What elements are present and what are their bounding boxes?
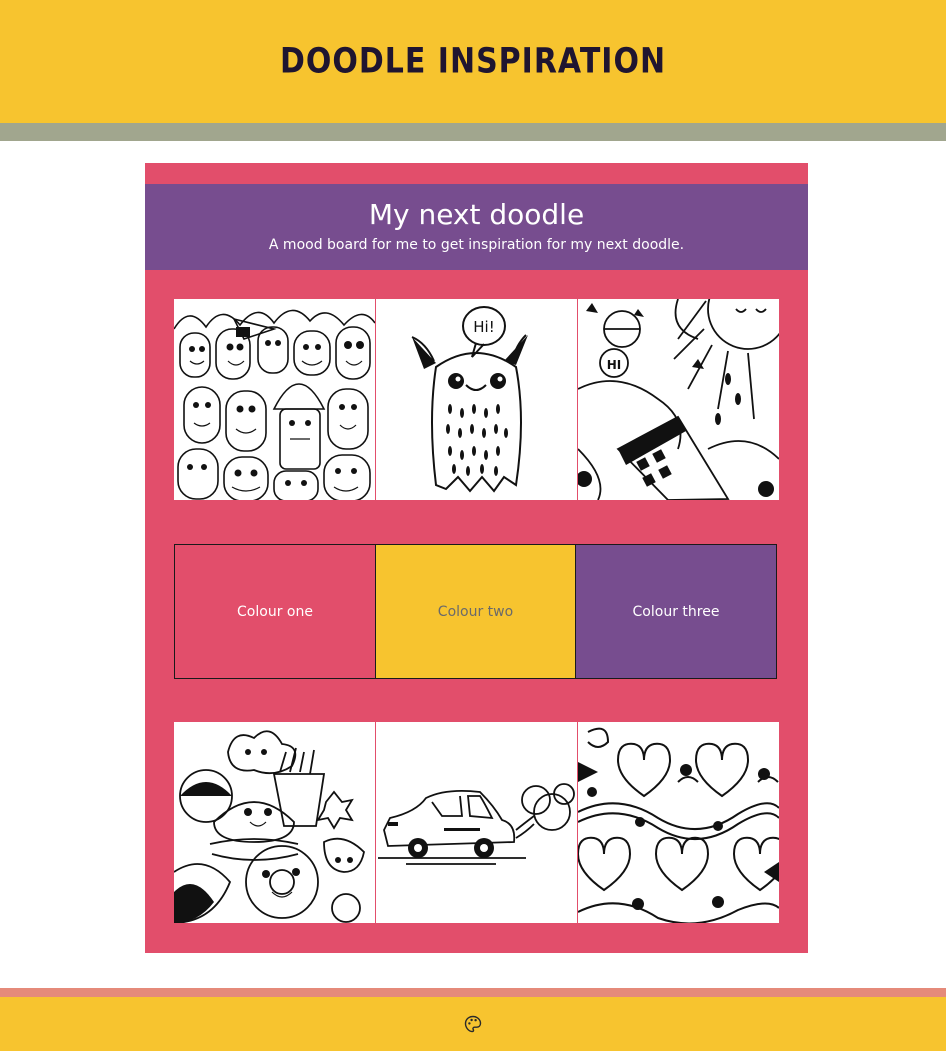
- image-row-top: Hi! HI: [174, 299, 779, 500]
- board-banner: My next doodle A mood board for me to ge…: [145, 184, 808, 270]
- sun-phone-doodle-icon: HI: [578, 299, 779, 500]
- swatch-colour-three: Colour three: [575, 544, 777, 679]
- image-row-bottom: [174, 722, 779, 923]
- footer-stripe: [0, 988, 946, 997]
- board-title: My next doodle: [368, 198, 585, 231]
- monster-crowd-doodle-image: [174, 299, 375, 500]
- monster-crowd-doodle-icon: [174, 299, 375, 500]
- site-title: Doodle Inspiration: [279, 41, 667, 82]
- car-doodle-icon: [376, 722, 577, 923]
- board-subtitle: A mood board for me to get inspiration f…: [268, 237, 685, 253]
- swatch-colour-one: Colour one: [174, 544, 376, 679]
- food-characters-doodle-icon: [174, 722, 375, 923]
- site-header: Doodle Inspiration: [0, 0, 946, 123]
- header-stripe: [0, 123, 946, 141]
- swatch-colour-two: Colour two: [376, 544, 575, 679]
- hi-monster-doodle-icon: Hi!: [376, 299, 577, 500]
- hi-monster-doodle-image: Hi!: [376, 299, 577, 500]
- palette-icon: [464, 1015, 482, 1033]
- speech-text: HI: [607, 358, 622, 372]
- heart-pattern-doodle-icon: [578, 722, 779, 923]
- site-footer: [0, 997, 946, 1051]
- heart-pattern-doodle-image: [578, 722, 779, 923]
- mood-board: My next doodle A mood board for me to ge…: [145, 163, 808, 953]
- speech-text: Hi!: [473, 318, 494, 336]
- food-characters-doodle-image: [174, 722, 375, 923]
- car-doodle-image: [376, 722, 577, 923]
- sun-phone-doodle-image: HI: [578, 299, 779, 500]
- colour-swatches: Colour one Colour two Colour three: [174, 544, 779, 679]
